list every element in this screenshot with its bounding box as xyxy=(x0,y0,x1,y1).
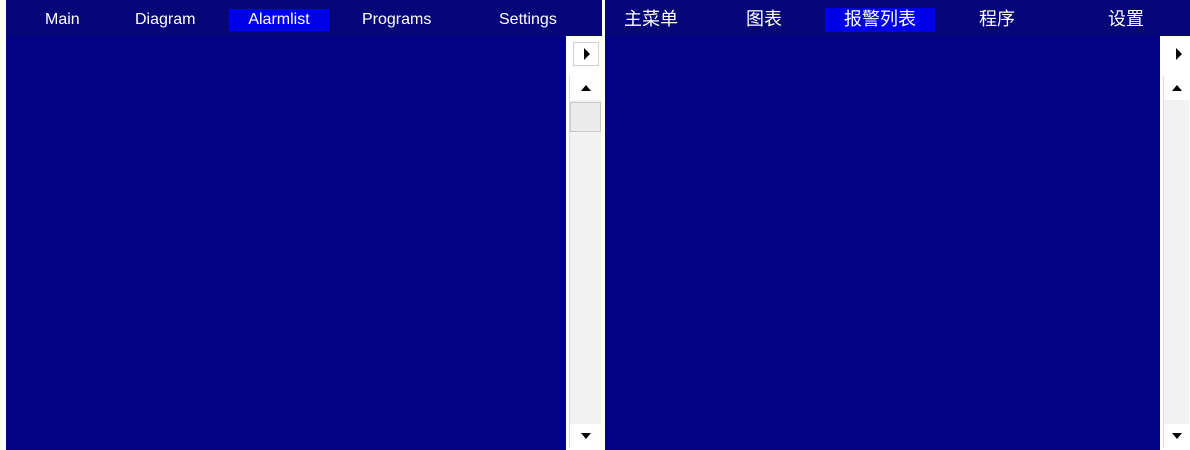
alarm-list-area[interactable] xyxy=(605,36,1160,450)
alarmlist-panel-english: Main Diagram Alarmlist Programs Settings xyxy=(6,0,602,450)
alarm-list-area[interactable] xyxy=(6,36,566,450)
arrow-up-icon xyxy=(1171,85,1182,91)
arrow-down-icon xyxy=(1171,433,1182,439)
arrow-right-icon xyxy=(1176,48,1182,60)
scroll-down-button[interactable] xyxy=(570,424,601,448)
scroll-up-button[interactable] xyxy=(1164,76,1189,100)
scrollbar-thumb[interactable] xyxy=(570,102,601,132)
tab-programs[interactable]: Programs xyxy=(356,9,437,31)
tab-main[interactable]: 主菜单 xyxy=(618,8,684,32)
vertical-scrollbar[interactable] xyxy=(1163,76,1189,448)
vertical-scrollbar[interactable] xyxy=(569,76,601,448)
arrow-up-icon xyxy=(580,85,591,91)
tab-alarmlist[interactable]: Alarmlist xyxy=(229,9,329,31)
tab-bar: 主菜单 图表 报警列表 程序 设置 xyxy=(605,0,1190,36)
alarmlist-panel-chinese: 主菜单 图表 报警列表 程序 设置 xyxy=(605,0,1190,450)
arrow-down-icon xyxy=(580,433,591,439)
tab-settings[interactable]: 设置 xyxy=(1102,8,1150,32)
tab-diagram[interactable]: Diagram xyxy=(129,9,201,31)
scroll-up-button[interactable] xyxy=(570,76,601,100)
tab-diagram[interactable]: 图表 xyxy=(740,8,788,32)
scroll-column xyxy=(566,36,602,450)
scroll-down-button[interactable] xyxy=(1164,424,1189,448)
tab-bar: Main Diagram Alarmlist Programs Settings xyxy=(6,0,602,36)
arrow-right-icon xyxy=(584,48,590,60)
tab-main[interactable]: Main xyxy=(39,9,86,31)
scroll-right-button[interactable] xyxy=(1165,42,1190,66)
scroll-right-button[interactable] xyxy=(573,42,599,66)
scroll-column xyxy=(1160,36,1190,450)
tab-alarmlist[interactable]: 报警列表 xyxy=(825,8,935,32)
tab-settings[interactable]: Settings xyxy=(493,9,563,31)
tab-programs[interactable]: 程序 xyxy=(973,8,1021,32)
